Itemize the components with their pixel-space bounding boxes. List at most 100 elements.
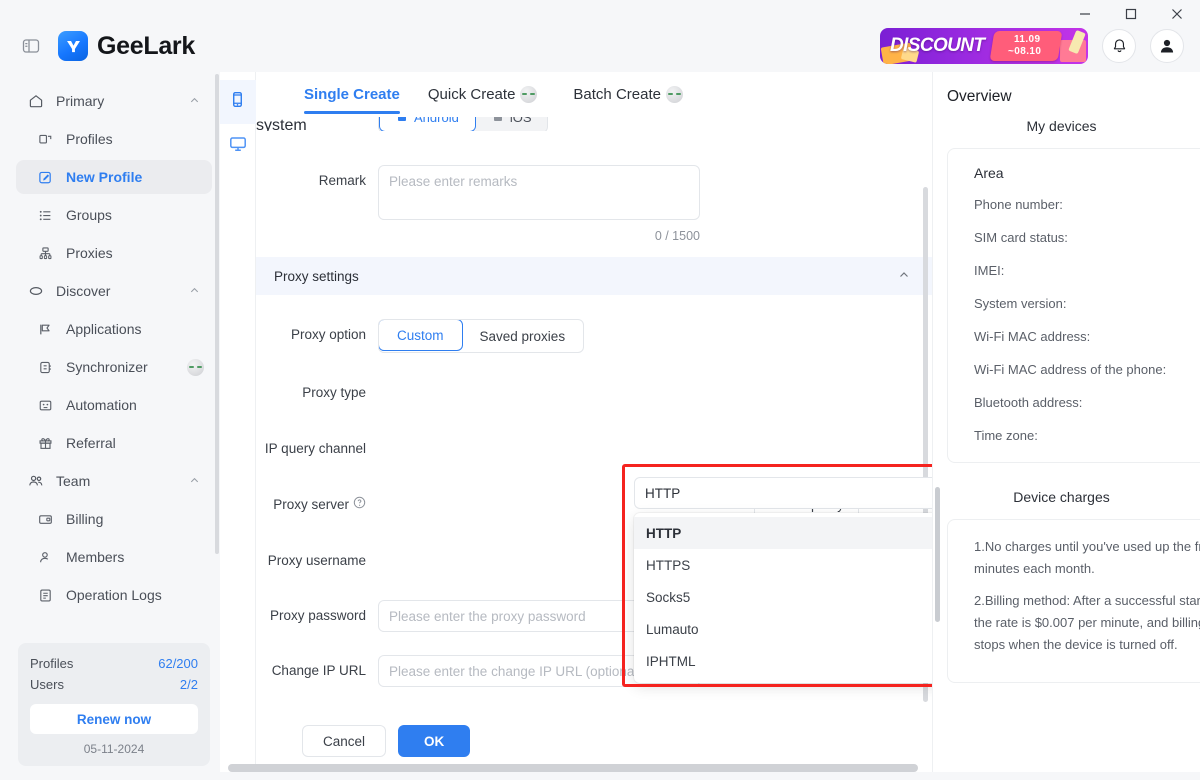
proxy-settings-title: Proxy settings xyxy=(274,268,359,284)
sidebar-item-operation-logs[interactable]: Operation Logs xyxy=(16,578,212,612)
sidebar-item-label: Synchronizer xyxy=(66,359,148,375)
device-charges-card: 1.No charges until you've used up the fr… xyxy=(947,519,1200,683)
edit-square-icon xyxy=(38,170,58,185)
discount-date-start: 11.09 xyxy=(1013,34,1041,45)
proxy-type-label: Proxy type xyxy=(302,385,366,400)
gift-icon xyxy=(38,436,58,451)
sidebar-item-groups[interactable]: Groups xyxy=(16,198,212,232)
quota-row-profiles: Profiles 62/200 xyxy=(30,653,198,674)
sidebar-group-discover[interactable]: Discover xyxy=(14,274,214,308)
tab-label: Batch Create xyxy=(573,86,661,103)
form-scroll-area: Operating system Android iOS xyxy=(256,117,932,710)
rail-item-desktop[interactable] xyxy=(220,124,256,168)
sidebar-item-label: Profiles xyxy=(66,131,113,147)
device-field: Bluetooth address: xyxy=(974,395,1083,410)
tab-label: Single Create xyxy=(304,86,400,103)
sidebar-item-referral[interactable]: Referral xyxy=(16,426,212,460)
proxy-option-segmented[interactable]: Custom Saved proxies xyxy=(378,319,585,353)
proxy-password-placeholder: Please enter the proxy password xyxy=(389,608,586,624)
area-label: Area xyxy=(974,165,1004,181)
cloud-icon xyxy=(28,283,48,299)
proxy-settings-section-header[interactable]: Proxy settings xyxy=(256,257,932,295)
proxy-type-select[interactable]: HTTP xyxy=(634,477,932,509)
ok-button[interactable]: OK xyxy=(398,725,471,757)
sidebar-item-synchronizer[interactable]: Synchronizer xyxy=(16,350,212,384)
remark-row: Remark 0 / 1500 xyxy=(256,165,932,243)
proxy-password-label: Proxy password xyxy=(269,608,366,623)
tab-single-create[interactable]: Single Create xyxy=(304,86,400,114)
discount-banner[interactable]: DISCOUNT 11.09 ~08.10 xyxy=(880,28,1088,64)
tab-batch-create[interactable]: Batch Create xyxy=(573,86,691,114)
proxy-type-option-http[interactable]: HTTP xyxy=(634,517,932,549)
device-field: Wi-Fi MAC address: xyxy=(974,329,1091,344)
chevron-up-icon xyxy=(189,93,200,109)
sidebar-item-label: Automation xyxy=(66,397,137,413)
rail-item-phone[interactable] xyxy=(219,80,256,124)
phone-device-icon xyxy=(229,91,246,113)
proxy-option-saved-proxies[interactable]: Saved proxies xyxy=(462,320,584,352)
tab-label: Quick Create xyxy=(427,86,516,103)
new-feature-badge-icon xyxy=(187,358,204,376)
horizontal-scrollbar-thumb[interactable] xyxy=(228,764,918,772)
os-option-android[interactable]: Android xyxy=(379,117,476,131)
proxy-option-row: Proxy option Custom Saved proxies xyxy=(256,319,932,353)
sidebar-item-label: Members xyxy=(66,549,125,565)
brand-name: GeeLark xyxy=(97,31,195,60)
horizontal-scrollbar-track xyxy=(220,764,932,772)
proxy-type-option-https[interactable]: HTTPS xyxy=(634,549,932,581)
sidebar-item-new-profile[interactable]: New Profile xyxy=(16,160,212,194)
sync-icon xyxy=(38,360,58,375)
overview-scrollbar[interactable] xyxy=(935,487,940,622)
sidebar-item-label: Applications xyxy=(66,321,142,337)
sidebar-group-team[interactable]: Team xyxy=(14,464,214,498)
sidebar-item-profiles[interactable]: Profiles xyxy=(16,122,212,156)
proxy-type-option-iphtml[interactable]: IPHTML xyxy=(634,645,932,677)
proxy-type-row: Proxy type xyxy=(256,377,932,409)
new-feature-badge-icon xyxy=(665,86,683,103)
help-circle-icon[interactable] xyxy=(353,489,366,521)
desktop-device-icon xyxy=(229,135,247,158)
notifications-bell-icon[interactable] xyxy=(1102,29,1136,63)
my-devices-title: My devices xyxy=(1026,118,1097,134)
sidebar-item-members[interactable]: Members xyxy=(16,540,212,574)
ip-query-channel-row: IP query channel xyxy=(256,433,932,465)
proxy-username-label: Proxy username xyxy=(267,553,366,568)
os-option-label: iOS xyxy=(509,117,532,125)
operating-system-segmented[interactable]: Android iOS xyxy=(378,117,549,131)
sidebar-item-automation[interactable]: Automation xyxy=(16,388,212,422)
operating-system-row: Operating system Android iOS xyxy=(256,117,932,131)
tab-quick-create[interactable]: Quick Create xyxy=(428,86,546,114)
main-content: Single Create Quick Create Batch Create … xyxy=(219,72,932,772)
sidebar-item-billing[interactable]: Billing xyxy=(16,502,212,536)
sidebar-item-applications[interactable]: Applications xyxy=(16,312,212,346)
create-tabs: Single Create Quick Create Batch Create xyxy=(256,72,932,117)
device-field: IMEI: xyxy=(974,263,1005,278)
proxy-server-label: Proxy server xyxy=(256,489,378,521)
chevron-up-icon xyxy=(189,283,200,299)
list-icon xyxy=(38,208,58,223)
sidebar-group-primary[interactable]: Primary xyxy=(14,84,214,118)
device-field: Phone number: xyxy=(974,197,1063,212)
sidebar-item-label: New Profile xyxy=(66,169,143,185)
sidebar-toggle-icon[interactable] xyxy=(18,33,44,59)
cancel-button[interactable]: Cancel xyxy=(302,725,387,757)
sidebar: Primary Profiles New Profile Groups Prox… xyxy=(8,72,220,772)
app-header: GeeLark DISCOUNT 11.09 ~08.10 xyxy=(8,20,1200,72)
sidebar-nav: Primary Profiles New Profile Groups Prox… xyxy=(8,72,220,633)
remark-input[interactable] xyxy=(378,165,700,220)
quota-users-label: Users xyxy=(30,677,64,692)
team-icon xyxy=(28,473,48,489)
user-avatar-icon[interactable] xyxy=(1150,29,1184,63)
proxy-option-custom[interactable]: Custom xyxy=(379,320,463,351)
quota-users-value: 2/2 xyxy=(179,677,198,692)
sidebar-scrollbar[interactable] xyxy=(215,74,219,554)
proxy-type-option-socks5[interactable]: Socks5 xyxy=(634,581,932,613)
billing-icon xyxy=(38,512,58,527)
sidebar-item-proxies[interactable]: Proxies xyxy=(16,236,212,270)
proxy-type-option-lumauto[interactable]: Lumauto xyxy=(634,613,932,645)
overview-title: Overview xyxy=(947,88,1012,105)
renew-now-button[interactable]: Renew now xyxy=(30,704,198,734)
geelark-logo-icon xyxy=(58,31,88,61)
subscription-date: 05-11-2024 xyxy=(83,742,145,756)
os-option-ios[interactable]: iOS xyxy=(476,117,548,131)
